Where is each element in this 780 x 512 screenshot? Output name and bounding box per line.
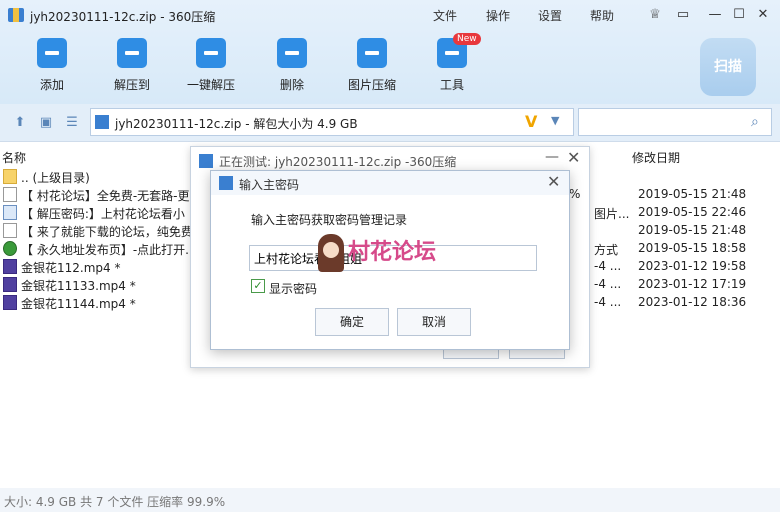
skin-icon[interactable]: ♕ xyxy=(646,7,664,23)
extract-to-button[interactable]: 解压到 xyxy=(97,38,167,98)
file-extra: -4 ... xyxy=(594,295,622,309)
detail-view-icon[interactable]: ▣ xyxy=(38,115,54,131)
add-label: 添加 xyxy=(39,78,64,92)
file-name: 【 永久地址发布页】-点此打开. xyxy=(21,243,189,257)
extract-to-icon xyxy=(117,38,147,68)
document-icon xyxy=(3,223,17,238)
zip-icon xyxy=(95,115,109,129)
cancel-button[interactable]: 取消 xyxy=(397,308,471,336)
tools-label: 工具 xyxy=(439,78,464,92)
image-compress-label: 图片压缩 xyxy=(347,78,396,92)
list-view-icon[interactable]: ☰ xyxy=(64,115,80,131)
extract-to-label: 解压到 xyxy=(113,78,150,92)
up-arrow-icon[interactable]: ⬆ xyxy=(12,115,28,131)
new-badge: New xyxy=(453,33,481,45)
video-file-icon xyxy=(3,295,17,310)
menu-file[interactable]: 文件 xyxy=(433,7,457,24)
file-date: 2019-05-15 22:46 xyxy=(638,205,747,219)
window-title: jyh20230111-12c.zip - 360压缩 xyxy=(30,10,216,24)
scan-button[interactable]: 扫描 xyxy=(700,38,756,96)
image-compress-icon xyxy=(357,38,387,68)
video-file-icon xyxy=(3,259,17,274)
add-button[interactable]: 添加 xyxy=(17,38,87,98)
app-icon xyxy=(8,8,24,22)
watermark-text: 村花论坛 xyxy=(348,240,437,265)
address-text: jyh20230111-12c.zip - 解包大小为 4.9 GB xyxy=(115,117,358,131)
password-dialog-header: 输入主密码 ✕ xyxy=(211,171,569,195)
tools-button[interactable]: 工具 xyxy=(417,38,487,98)
file-extra: 方式 xyxy=(594,243,619,257)
menu-settings[interactable]: 设置 xyxy=(538,7,562,24)
menu-help[interactable]: 帮助 xyxy=(590,7,614,24)
search-input[interactable]: ⌕ xyxy=(578,108,772,136)
add-icon xyxy=(37,38,67,68)
delete-icon xyxy=(277,38,307,68)
globe-icon xyxy=(3,241,17,256)
watermark: 村花论坛 xyxy=(318,232,468,276)
file-name: 金银花11133.mp4 * xyxy=(21,279,136,293)
folder-icon xyxy=(3,169,17,184)
file-date: 2023-01-12 19:58 xyxy=(638,259,747,273)
minimize-icon[interactable]: — xyxy=(706,7,724,23)
delete-button[interactable]: 删除 xyxy=(257,38,327,98)
column-date[interactable]: 修改日期 xyxy=(632,149,680,166)
menu-operate[interactable]: 操作 xyxy=(486,7,510,24)
image-file-icon xyxy=(3,205,17,220)
verified-icon[interactable]: V xyxy=(525,112,537,131)
feedback-icon[interactable]: ▭ xyxy=(674,7,692,23)
address-bar[interactable]: jyh20230111-12c.zip - 解包大小为 4.9 GB V ▼ xyxy=(90,108,574,136)
file-extra: -4 ... xyxy=(594,277,622,291)
search-icon[interactable]: ⌕ xyxy=(751,114,759,130)
test-progress-percent: % xyxy=(569,187,581,201)
column-name[interactable]: 名称 xyxy=(2,149,26,166)
ok-button[interactable]: 确定 xyxy=(315,308,389,336)
close-icon[interactable]: ✕ xyxy=(547,172,560,191)
close-icon[interactable]: ✕ xyxy=(754,7,772,23)
file-date: 2019-05-15 21:48 xyxy=(638,223,747,237)
close-icon[interactable]: ✕ xyxy=(567,148,580,167)
one-click-extract-label: 一键解压 xyxy=(186,78,235,92)
file-name: .. (上级目录) xyxy=(21,171,90,185)
file-extra: -4 ... xyxy=(594,259,622,273)
maximize-icon[interactable]: ☐ xyxy=(730,7,748,23)
password-prompt: 输入主密码获取密码管理记录 xyxy=(251,213,408,227)
document-icon xyxy=(3,187,17,202)
top-area: jyh20230111-12c.zip - 360压缩 文件 操作 设置 帮助 … xyxy=(0,0,780,104)
mascot-icon xyxy=(318,234,344,272)
zip-icon xyxy=(199,154,213,168)
test-dialog-title: 正在测试: jyh20230111-12c.zip -360压缩 xyxy=(219,155,457,169)
delete-label: 删除 xyxy=(279,78,304,92)
file-name: 【 来了就能下载的论坛，纯免费 xyxy=(21,225,193,239)
file-name: 金银花11144.mp4 * xyxy=(21,297,136,311)
file-date: 2023-01-12 18:36 xyxy=(638,295,747,309)
file-name: 【 村花论坛】全免费-无套路-更 xyxy=(21,189,190,203)
status-text: 大小: 4.9 GB 共 7 个文件 压缩率 99.9% xyxy=(4,495,226,509)
file-date: 2023-01-12 17:19 xyxy=(638,277,747,291)
one-click-extract-button[interactable]: 一键解压 xyxy=(176,38,246,98)
file-name: 【 解压密码:】上村花论坛看小 xyxy=(21,207,185,221)
file-date: 2019-05-15 18:58 xyxy=(638,241,747,255)
minimize-icon[interactable]: — xyxy=(545,149,559,165)
file-extra: 图片... xyxy=(594,207,630,221)
show-password-label[interactable]: 显示密码 xyxy=(269,280,317,297)
one-click-extract-icon xyxy=(196,38,226,68)
dropdown-icon[interactable]: ▼ xyxy=(551,114,559,127)
file-name: 金银花112.mp4 * xyxy=(21,261,121,275)
image-compress-button[interactable]: 图片压缩 xyxy=(337,38,407,98)
file-date: 2019-05-15 21:48 xyxy=(638,187,747,201)
status-bar: 大小: 4.9 GB 共 7 个文件 压缩率 99.9% xyxy=(0,488,780,512)
password-dialog-title: 输入主密码 xyxy=(239,178,300,192)
zip-icon xyxy=(219,176,233,190)
show-password-checkbox[interactable]: ✓ xyxy=(251,279,265,293)
title-bar: jyh20230111-12c.zip - 360压缩 文件 操作 设置 帮助 … xyxy=(0,0,780,30)
video-file-icon xyxy=(3,277,17,292)
